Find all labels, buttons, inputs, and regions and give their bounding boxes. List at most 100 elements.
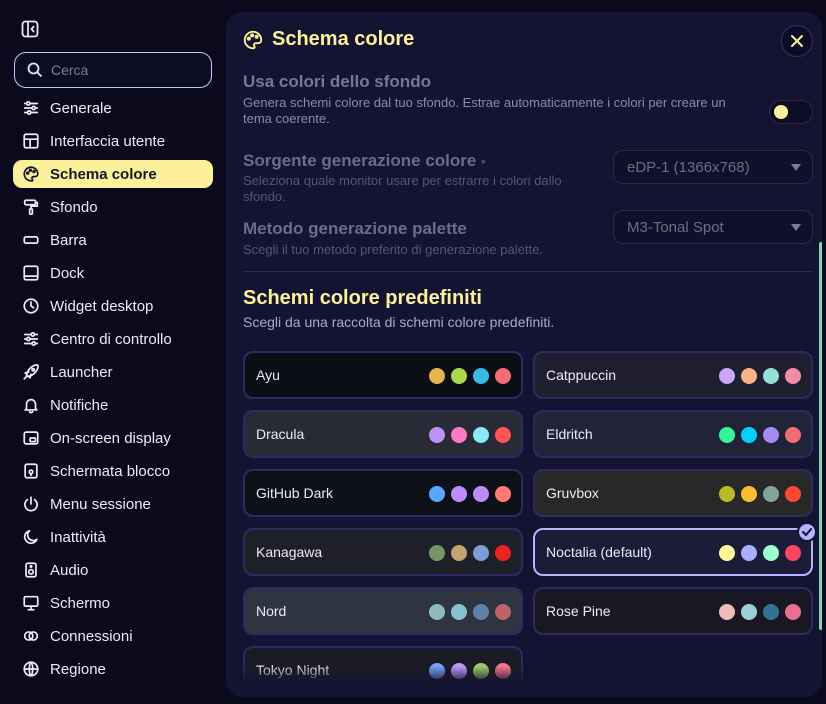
monitor-select-value: eDP-1 (1366x768) xyxy=(627,158,750,176)
bell-icon xyxy=(24,398,38,414)
scheme-card[interactable]: Dracula xyxy=(243,410,523,458)
color-swatch xyxy=(451,368,467,384)
palette-method-select[interactable]: M3-Tonal Spot xyxy=(613,210,813,244)
scheme-name: Noctalia (default) xyxy=(546,544,652,560)
color-swatches xyxy=(429,427,511,443)
color-swatch xyxy=(719,604,735,620)
scheme-card[interactable]: Catppuccin xyxy=(533,351,813,399)
sidebar-item-widget-desktop[interactable]: Widget desktop xyxy=(13,292,213,320)
setting-description: Seleziona quale monitor usare per estrar… xyxy=(243,173,562,204)
sidebar-item-label: Schermo xyxy=(50,594,111,612)
monitor-select[interactable]: eDP-1 (1366x768) xyxy=(613,150,813,184)
globe-icon xyxy=(23,661,39,677)
sidebar-toggle-icon[interactable] xyxy=(20,19,40,39)
scheme-card[interactable]: Ayu xyxy=(243,351,523,399)
lock-icon xyxy=(24,463,38,479)
color-swatch xyxy=(785,604,801,620)
scheme-name: Gruvbox xyxy=(546,485,599,501)
scrollbar[interactable] xyxy=(819,242,822,630)
sidebar-item-connessioni[interactable]: Connessioni xyxy=(13,622,213,650)
scheme-card[interactable]: Kanagawa xyxy=(243,528,523,576)
layout-icon xyxy=(23,133,39,149)
color-swatch xyxy=(763,486,779,502)
color-swatches xyxy=(719,486,801,502)
sidebar-item-label: Interfaccia utente xyxy=(50,132,166,150)
sidebar-item-label: Barra xyxy=(50,231,87,249)
color-swatch xyxy=(741,545,757,561)
scheme-name: Catppuccin xyxy=(546,367,617,383)
section-subtitle: Scegli da una raccolta di schemi colore … xyxy=(243,314,555,330)
scheme-name: Eldritch xyxy=(546,426,593,442)
color-swatches xyxy=(429,486,511,502)
scheme-card[interactable]: Rose Pine xyxy=(533,587,813,635)
color-swatch xyxy=(473,604,489,620)
sidebar-item-launcher[interactable]: Launcher xyxy=(13,358,213,386)
color-swatch xyxy=(495,427,511,443)
sidebar-item-on-screen-display[interactable]: On-screen display xyxy=(13,424,213,452)
scheme-card[interactable]: Noctalia (default) xyxy=(533,522,817,576)
sidebar-item-sfondo[interactable]: Sfondo xyxy=(13,193,213,221)
wallpaper-colors-toggle[interactable] xyxy=(769,100,813,124)
search-box[interactable] xyxy=(14,52,212,88)
close-button[interactable] xyxy=(781,25,813,57)
color-swatch xyxy=(741,427,757,443)
chevron-down-icon xyxy=(791,164,801,171)
sidebar-item-inattivita[interactable]: Inattività xyxy=(13,523,213,551)
scheme-name: Ayu xyxy=(256,367,280,383)
moon-icon xyxy=(23,529,38,544)
color-swatches xyxy=(719,427,801,443)
setting-title: Usa colori dello sfondo xyxy=(243,74,431,91)
color-swatch xyxy=(785,368,801,384)
sidebar-item-label: Notifiche xyxy=(50,396,109,414)
scheme-card[interactable]: Nord xyxy=(243,587,523,635)
dock-icon xyxy=(23,265,39,281)
sidebar-item-notifiche[interactable]: Notifiche xyxy=(13,391,213,419)
scroll-fade xyxy=(226,666,822,684)
color-swatch xyxy=(763,545,779,561)
color-swatches xyxy=(719,604,801,620)
color-swatch xyxy=(429,604,445,620)
page-title: Schema colore xyxy=(272,28,415,50)
color-swatch xyxy=(429,427,445,443)
sidebar-item-schermata-blocco[interactable]: Schermata blocco xyxy=(13,457,213,485)
scheme-name: Rose Pine xyxy=(546,603,611,619)
color-swatch xyxy=(429,545,445,561)
color-swatch xyxy=(473,545,489,561)
color-swatch xyxy=(495,486,511,502)
color-swatches xyxy=(429,604,511,620)
scheme-card[interactable]: GitHub Dark xyxy=(243,469,523,517)
sidebar-item-label: Schema colore xyxy=(50,165,157,183)
sidebar-item-schema-colore[interactable]: Schema colore xyxy=(13,160,213,188)
clock-icon xyxy=(23,298,39,314)
color-swatch xyxy=(473,368,489,384)
color-swatch xyxy=(495,368,511,384)
paint-roller-icon xyxy=(23,199,39,216)
scheme-name: GitHub Dark xyxy=(256,485,334,501)
settings-panel: Schema colore Usa colori dello sfondo Ge… xyxy=(226,12,822,697)
sidebar-item-dock[interactable]: Dock xyxy=(13,259,213,287)
sidebar-item-audio[interactable]: Audio xyxy=(13,556,213,584)
color-swatch xyxy=(719,486,735,502)
monitor-icon xyxy=(23,595,39,611)
setting-title: Sorgente generazione colore xyxy=(243,151,477,170)
osd-icon xyxy=(23,431,39,445)
scheme-card[interactable]: Gruvbox xyxy=(533,469,813,517)
sidebar-item-interfaccia-utente[interactable]: Interfaccia utente xyxy=(13,127,213,155)
search-icon xyxy=(27,62,43,78)
check-icon xyxy=(797,522,817,542)
setting-title: Metodo generazione palette xyxy=(243,219,467,238)
scheme-card[interactable]: Eldritch xyxy=(533,410,813,458)
section-title: Schemi colore predefiniti xyxy=(243,287,482,309)
sidebar-item-schermo[interactable]: Schermo xyxy=(13,589,213,617)
sidebar-item-centro-di-controllo[interactable]: Centro di controllo xyxy=(13,325,213,353)
sidebar-item-barra[interactable]: Barra xyxy=(13,226,213,254)
sidebar-item-regione[interactable]: Regione xyxy=(13,655,213,683)
search-input[interactable] xyxy=(51,62,201,78)
sidebar-item-generale[interactable]: Generale xyxy=(13,94,213,122)
scheme-name: Nord xyxy=(256,603,287,619)
sidebar-nav: Generale Interfaccia utente Schema colore S… xyxy=(13,94,213,688)
color-swatch xyxy=(741,604,757,620)
color-swatches xyxy=(719,545,801,561)
color-swatch xyxy=(473,427,489,443)
sidebar-item-menu-sessione[interactable]: Menu sessione xyxy=(13,490,213,518)
